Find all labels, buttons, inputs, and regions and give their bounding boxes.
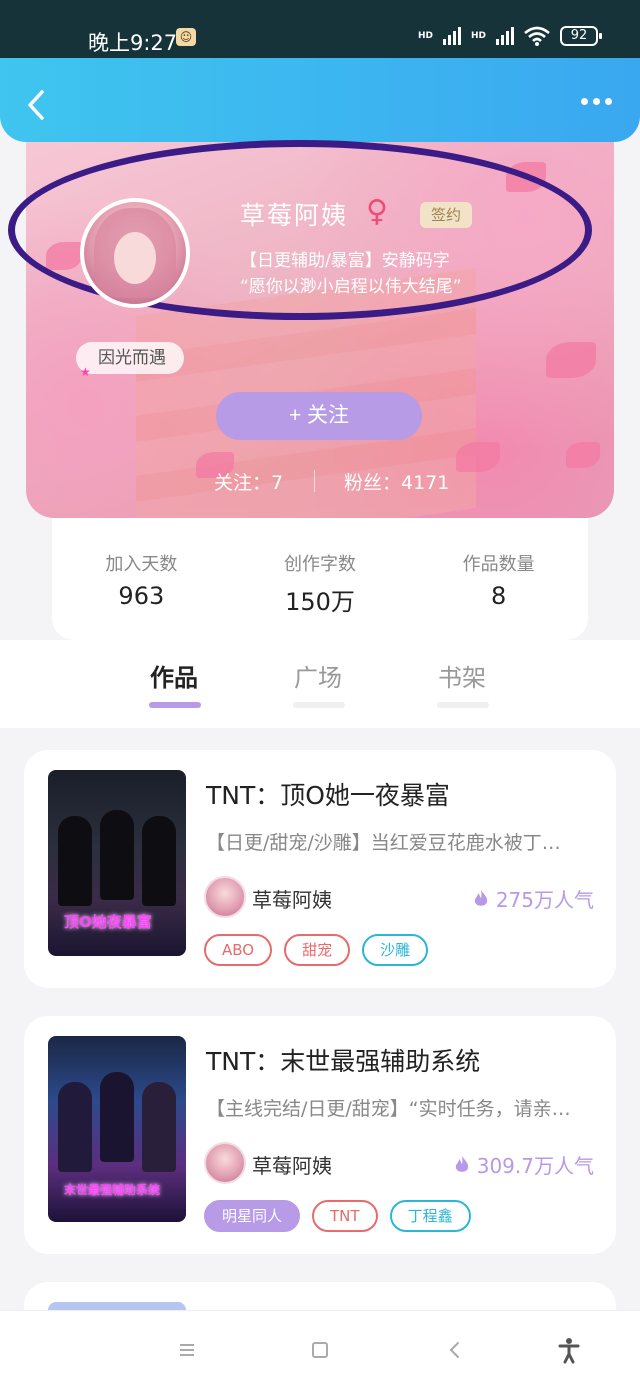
tab-square[interactable]: 广场 [294, 658, 342, 693]
accessibility-button[interactable] [554, 1335, 584, 1365]
author-name[interactable]: 草莓阿姨 [252, 884, 332, 913]
book-description: 【日更/甜宠/沙雕】当红爱豆花鹿水被丁… [206, 832, 561, 854]
tab-indicator-active [149, 702, 201, 708]
stat-join-days: 加入天数 963 [52, 518, 231, 640]
author-name[interactable]: 草莓阿姨 [252, 1150, 332, 1179]
bio-line-2: “愿你以渺小启程以伟大结尾” [240, 277, 462, 297]
signal-icon-1 [442, 27, 461, 45]
book-cover[interactable]: 末世最强辅助系统 [48, 1036, 186, 1222]
tag-list: ABO 甜宠 沙雕 [204, 934, 429, 966]
status-bar: 晚上9:27 ☺ HD HD 92 [0, 0, 640, 58]
author-avatar[interactable] [204, 1142, 246, 1184]
female-icon: ♀ [366, 194, 388, 229]
system-nav-bar [0, 1310, 640, 1387]
accessibility-icon [558, 1338, 580, 1364]
book-card[interactable]: 顶O她夜暴富 TNT：顶O她一夜暴富 【日更/甜宠/沙雕】当红爱豆花鹿水被丁… … [24, 750, 616, 988]
book-description: 【主线完结/日更/甜宠】“实时任务，请亲… [206, 1098, 571, 1120]
stat-label: 创作字数 [284, 554, 356, 575]
followers-count[interactable]: 粉丝：4171 [344, 468, 449, 495]
signal-icon-2 [496, 27, 514, 45]
book-card[interactable]: 末世最强辅助系统 TNT：末世最强辅助系统 【主线完结/日更/甜宠】“实时任务，… [24, 1016, 616, 1254]
stat-works-count: 作品数量 8 [409, 518, 588, 640]
stat-value: 150万 [285, 588, 355, 616]
wifi-icon [524, 26, 550, 46]
tab-indicator [437, 702, 489, 708]
stats-card: 加入天数 963 创作字数 150万 作品数量 8 [52, 518, 588, 640]
network-type-1: HD [417, 30, 433, 41]
tag-list: 明星同人 TNT 丁程鑫 [204, 1200, 471, 1232]
tab-bar: 作品 广场 书架 [0, 640, 640, 728]
stat-word-count: 创作字数 150万 [231, 518, 410, 640]
tag[interactable]: 甜宠 [284, 934, 351, 966]
flame-icon [474, 890, 487, 906]
tab-indicator [293, 702, 345, 708]
tag[interactable]: TNT [312, 1200, 378, 1232]
book-title[interactable]: TNT：顶O她一夜暴富 [206, 776, 450, 812]
signed-badge: 签约 [420, 202, 472, 228]
tag[interactable]: 丁程鑫 [389, 1200, 471, 1232]
tab-works[interactable]: 作品 [150, 658, 198, 693]
menu-button[interactable] [172, 1335, 202, 1365]
popularity: 309.7万人气 [453, 1150, 594, 1179]
network-type-2: HD [470, 30, 486, 41]
stat-value: 963 [118, 582, 165, 610]
following-count[interactable]: 关注：7 [214, 468, 283, 495]
chevron-left-icon [28, 90, 44, 120]
star-icon: ★ [80, 365, 91, 379]
cover-title: 顶O她夜暴富 [64, 913, 152, 931]
tag[interactable]: 明星同人 [204, 1200, 301, 1232]
back-button[interactable] [20, 88, 54, 122]
stat-label: 作品数量 [462, 554, 535, 575]
author-avatar[interactable] [204, 876, 246, 918]
follow-button[interactable]: + 关注 [216, 392, 422, 440]
popularity-value: 309.7万人气 [476, 1154, 594, 1178]
stat-label: 加入天数 [105, 554, 178, 575]
book-title[interactable]: TNT：末世最强辅助系统 [206, 1042, 480, 1078]
bio-line-1: 【日更辅助/暴富】安静码字 [240, 251, 450, 271]
app-header [0, 58, 640, 142]
more-dots-icon [581, 98, 588, 105]
triangle-back-icon [449, 1342, 459, 1358]
author-row: 草莓阿姨 309.7万人气 [204, 1142, 594, 1186]
tab-bookshelf[interactable]: 书架 [438, 658, 486, 693]
status-icons: HD HD 92 [417, 26, 602, 46]
more-button[interactable] [581, 98, 612, 105]
popularity: 275万人气 [472, 884, 594, 913]
system-back-button[interactable] [440, 1335, 470, 1365]
menu-icon [180, 1344, 194, 1356]
stats-divider [314, 470, 315, 492]
flame-icon [455, 1156, 468, 1172]
book-cover[interactable]: 顶O她夜暴富 [48, 770, 186, 956]
status-time: 晚上9:27 [88, 31, 178, 55]
user-avatar[interactable] [80, 198, 190, 308]
tag[interactable]: 沙雕 [362, 934, 429, 966]
cover-title: 末世最强辅助系统 [64, 1183, 161, 1197]
author-row: 草莓阿姨 275万人气 [204, 876, 594, 920]
title-badge[interactable]: ★ 因光而遇 [76, 342, 184, 379]
tag[interactable]: ABO [204, 934, 273, 966]
username: 草莓阿姨 [240, 201, 349, 230]
popularity-value: 275万人气 [495, 888, 594, 912]
app-notification-icon: ☺ [176, 28, 196, 46]
home-button[interactable] [305, 1335, 335, 1365]
profile-page: 晚上9:27 ☺ HD HD 92 ★ 因光而遇 草莓阿姨 ♀ 签约 【日更辅助… [0, 0, 640, 1387]
square-home-icon [312, 1342, 328, 1358]
battery-indicator: 92 [560, 26, 602, 46]
stat-value: 8 [491, 582, 507, 610]
title-badge-label: 因光而遇 [98, 348, 166, 368]
